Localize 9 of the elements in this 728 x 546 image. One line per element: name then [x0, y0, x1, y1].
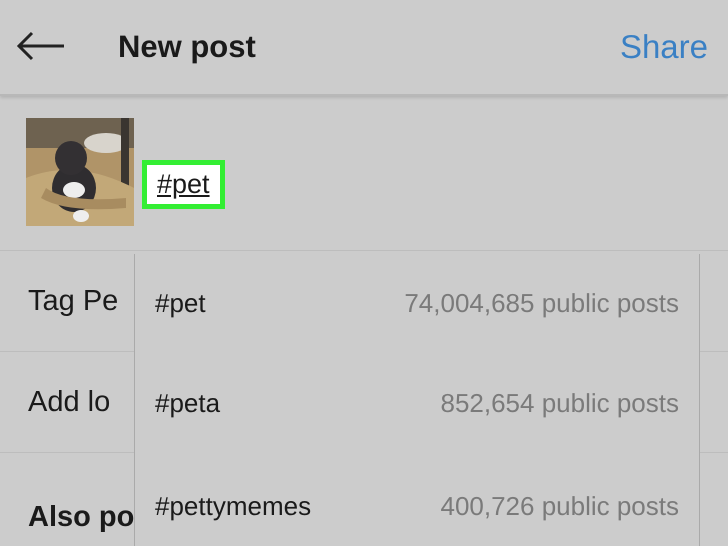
screen-title: New post: [118, 29, 256, 65]
hashtag-suggestion[interactable]: #pet 74,004,685 public posts: [155, 254, 679, 352]
back-arrow-icon[interactable]: [16, 31, 66, 61]
caption-field[interactable]: #pet: [142, 160, 225, 209]
hashtag-suggestion[interactable]: #pettymemes 400,726 public posts: [155, 455, 679, 546]
option-label[interactable]: Also po: [28, 501, 134, 534]
hashtag-suggestion[interactable]: #peta 852,654 public posts: [155, 352, 679, 455]
option-label[interactable]: Tag Pe: [28, 284, 118, 318]
option-label[interactable]: Add lo: [28, 386, 110, 418]
